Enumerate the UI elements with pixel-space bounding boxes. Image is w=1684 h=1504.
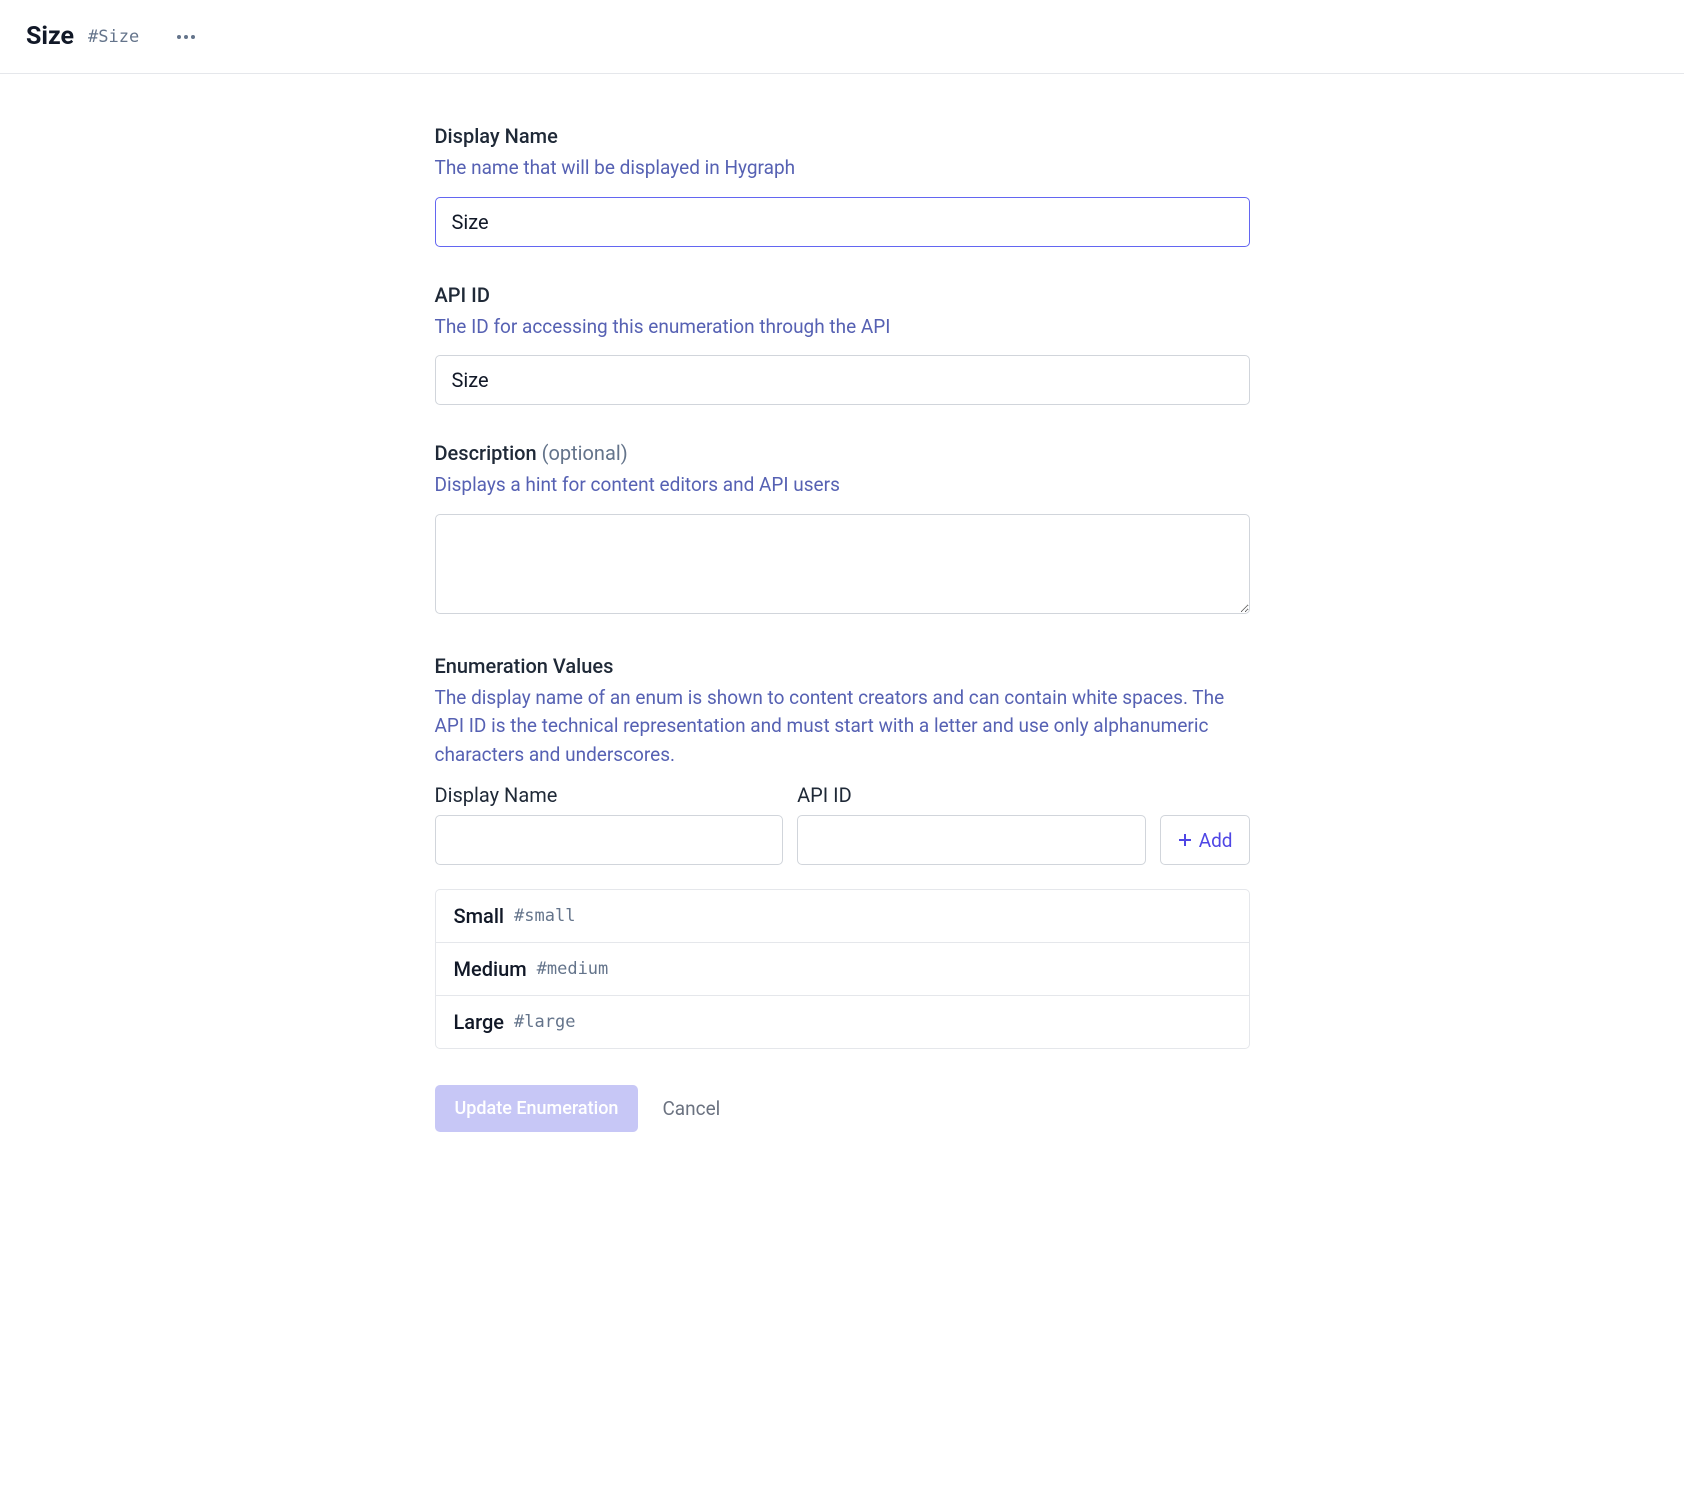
enum-item-name: Medium (454, 957, 527, 981)
enum-title: Enumeration Values (435, 654, 1250, 678)
enum-item-id: #large (514, 1012, 575, 1032)
description-label-text: Description (435, 441, 537, 465)
api-id-label: API ID (435, 283, 1250, 307)
enum-apiid-input[interactable] (797, 815, 1146, 865)
enum-displayname-col: Display Name (435, 783, 784, 865)
page-header: Size #Size (0, 0, 1684, 74)
enum-item-name: Large (454, 1010, 505, 1034)
enum-list: Small #small Medium #medium Large #large (435, 889, 1250, 1049)
field-display-name: Display Name The name that will be displ… (435, 124, 1250, 247)
page-id-tag: #Size (88, 27, 139, 47)
enum-displayname-input[interactable] (435, 815, 784, 865)
field-api-id: API ID The ID for accessing this enumera… (435, 283, 1250, 406)
enum-item[interactable]: Large #large (436, 996, 1249, 1048)
update-enumeration-button[interactable]: Update Enumeration (435, 1085, 639, 1132)
api-id-input[interactable] (435, 355, 1250, 405)
enum-item-id: #medium (537, 959, 609, 979)
description-input[interactable] (435, 514, 1250, 614)
add-button[interactable]: Add (1160, 815, 1250, 865)
cancel-button[interactable]: Cancel (662, 1097, 720, 1120)
form-container: Display Name The name that will be displ… (435, 74, 1250, 1172)
description-hint: Displays a hint for content editors and … (435, 471, 1250, 500)
display-name-hint: The name that will be displayed in Hygra… (435, 154, 1250, 183)
add-button-label: Add (1199, 829, 1233, 852)
api-id-hint: The ID for accessing this enumeration th… (435, 313, 1250, 342)
enum-item-name: Small (454, 904, 505, 928)
display-name-label: Display Name (435, 124, 1250, 148)
action-row: Update Enumeration Cancel (435, 1085, 1250, 1132)
enum-apiid-col: API ID (797, 783, 1146, 865)
enum-item-id: #small (514, 906, 575, 926)
enum-add-row: Display Name API ID Add (435, 783, 1250, 865)
description-label: Description (optional) (435, 441, 1250, 465)
display-name-input[interactable] (435, 197, 1250, 247)
plus-icon (1177, 832, 1193, 848)
enum-apiid-label: API ID (797, 783, 1146, 807)
enum-item[interactable]: Medium #medium (436, 943, 1249, 996)
enum-displayname-label: Display Name (435, 783, 784, 807)
enum-section: Enumeration Values The display name of a… (435, 654, 1250, 1050)
enum-hint: The display name of an enum is shown to … (435, 684, 1250, 770)
field-description: Description (optional) Displays a hint f… (435, 441, 1250, 618)
more-icon[interactable] (173, 31, 199, 43)
page-title: Size (26, 22, 74, 51)
enum-item[interactable]: Small #small (436, 890, 1249, 943)
description-optional: (optional) (542, 441, 628, 465)
